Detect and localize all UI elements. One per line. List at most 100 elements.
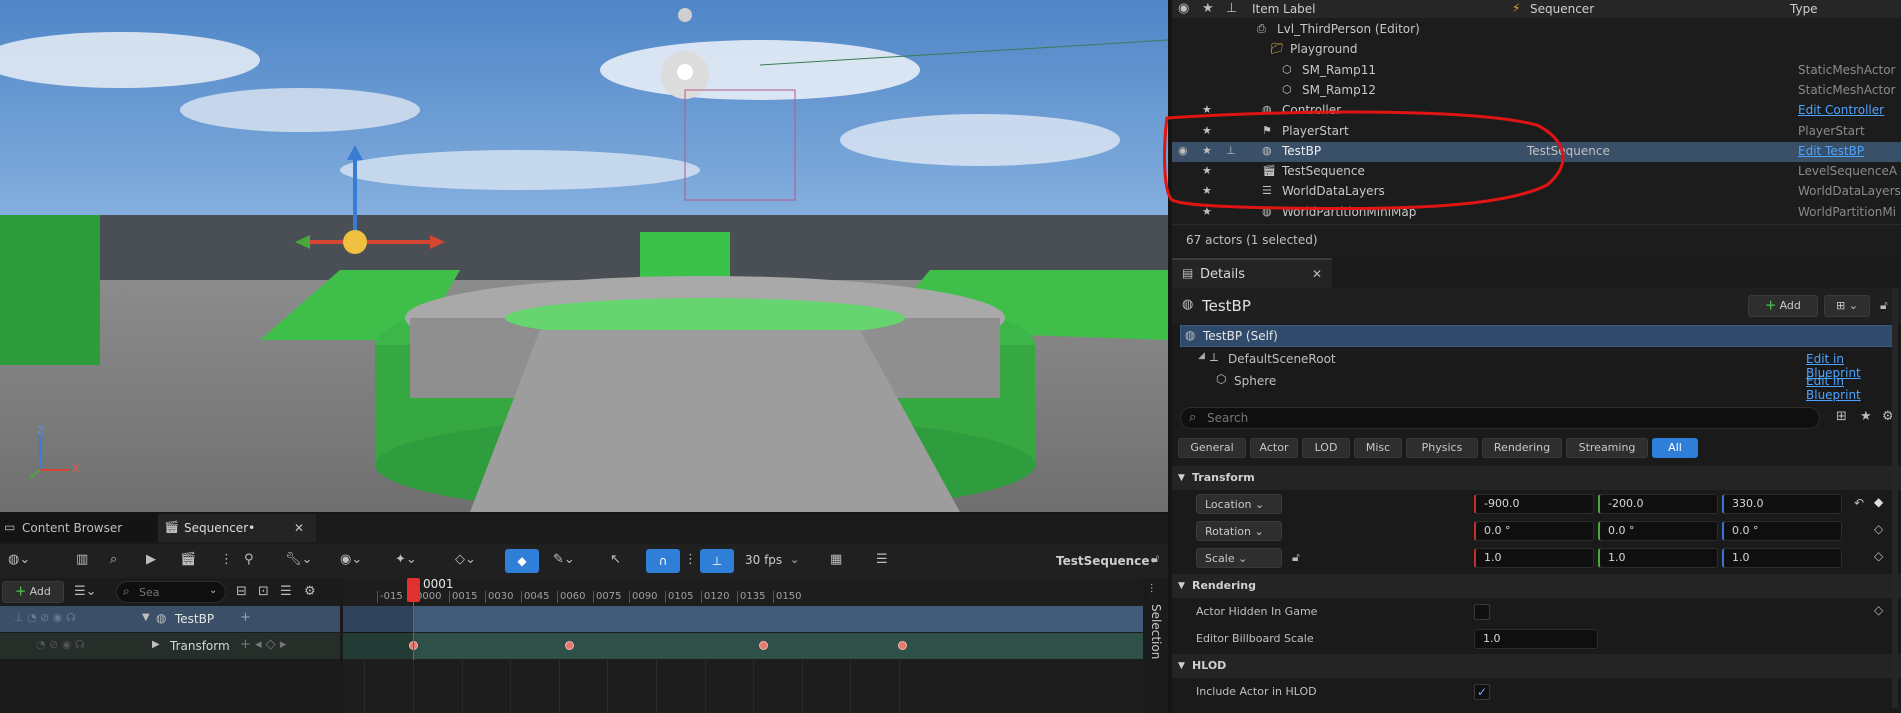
keyframe-diamond-icon[interactable]: ◆: [1874, 495, 1883, 509]
clapper-board-icon[interactable]: 🎬︎: [180, 552, 197, 567]
key-diamond-icon[interactable]: ◇⌄: [455, 552, 476, 567]
save-icon[interactable]: ▥: [76, 552, 88, 567]
collapse-arrow-icon[interactable]: ◢: [1198, 351, 1205, 361]
add-track-button[interactable]: ＋ Add: [2, 581, 64, 603]
location-y-field[interactable]: -200.0: [1598, 494, 1718, 514]
edit-actor-link[interactable]: Edit TestBP: [1798, 144, 1864, 158]
include-hlod-checkbox[interactable]: ✓: [1474, 684, 1490, 700]
section-rendering[interactable]: ▼ Rendering: [1172, 574, 1901, 598]
snap-magnet-toggle[interactable]: ∩: [646, 549, 680, 573]
scale-y-field[interactable]: 1.0: [1598, 548, 1718, 568]
keyframe-diamond-outline-icon[interactable]: ◇: [1874, 522, 1883, 536]
playhead-handle[interactable]: [407, 578, 420, 602]
track-row-transform[interactable]: ◔ ⊘ ◉ ☊ ▶ Transform + ◂ ◇ ▸: [0, 633, 340, 659]
transform-expand-arrow-icon[interactable]: ▶: [152, 639, 160, 650]
component-sphere[interactable]: ⬡ Sphere Edit in Blueprint: [1172, 370, 1901, 402]
reset-icon[interactable]: ↶: [1854, 496, 1864, 510]
time-ruler[interactable]: -015 0000 0015 0030 0045 0060 0075 0090 0105 0120…: [343, 591, 1143, 605]
list-view-icon[interactable]: ☰: [876, 552, 888, 567]
billboard-scale-field[interactable]: 1.0: [1474, 629, 1598, 649]
filter-general[interactable]: General: [1178, 438, 1246, 458]
filter-physics[interactable]: Physics: [1406, 438, 1478, 458]
keyframe[interactable]: [758, 641, 768, 650]
more-vertical-icon[interactable]: ⋮: [220, 552, 233, 567]
scale-lock-icon[interactable]: 🔓︎: [1292, 550, 1300, 565]
outliner-row[interactable]: ⎙ Lvl_ThirdPerson (Editor): [1172, 20, 1901, 40]
auto-key-toggle[interactable]: ◆: [505, 549, 539, 573]
tab-content-browser[interactable]: ▭ Content Browser: [0, 514, 160, 542]
render-movie-icon[interactable]: ▶: [146, 552, 156, 567]
world-icon[interactable]: ◍⌄: [8, 552, 30, 567]
track-search-box[interactable]: ⌕ ⌄: [116, 581, 226, 603]
selection-side-tab[interactable]: ⫶ Selection: [1146, 578, 1168, 713]
component-default-scene-root[interactable]: ◢ ⟂ DefaultSceneRoot Edit in Blueprint: [1172, 348, 1901, 380]
keyframe[interactable]: [898, 641, 908, 650]
add-component-button[interactable]: ＋ Add: [1748, 295, 1818, 317]
filter-streaming[interactable]: Streaming: [1566, 438, 1648, 458]
filter-rendering[interactable]: Rendering: [1482, 438, 1562, 458]
track-settings-icon[interactable]: ⚙: [304, 584, 316, 599]
track-row-testbp[interactable]: ⊥ ◔ ⊘ ◉ ☊ ▼ ◍ TestBP +: [0, 606, 340, 632]
track-search-input[interactable]: [139, 584, 199, 600]
tab-details[interactable]: ▤ Details ✕: [1172, 258, 1332, 288]
wrench-icon[interactable]: 🔧︎⌄: [285, 552, 312, 567]
collapse-all-icon[interactable]: ⊟: [236, 584, 247, 599]
keyframe-diamond-outline-icon-3[interactable]: ◇: [1874, 603, 1883, 617]
outliner-row[interactable]: 📁︎ Playground: [1172, 40, 1901, 60]
details-search-input[interactable]: [1207, 410, 1807, 426]
outliner-row[interactable]: ⬡ SM_Ramp11 StaticMeshActor: [1172, 61, 1901, 81]
edit-in-blueprint-link-2[interactable]: Edit in Blueprint: [1806, 374, 1901, 402]
edit-actor-link[interactable]: Edit Controller: [1798, 103, 1884, 117]
column-item-label[interactable]: Item Label: [1252, 2, 1316, 16]
rotation-z-field[interactable]: 0.0 °: [1722, 521, 1842, 541]
track-expand-arrow-icon[interactable]: ▼: [142, 612, 150, 623]
scale-z-field[interactable]: 1.0: [1722, 548, 1842, 568]
tab-sequencer[interactable]: 🎬︎ Sequencer• ✕: [158, 514, 316, 542]
eye-icon[interactable]: ◉: [1178, 1, 1189, 16]
blueprint-options-button[interactable]: ⊞ ⌄: [1824, 295, 1870, 317]
filter-actor[interactable]: Actor: [1250, 438, 1298, 458]
keyframe-diamond-outline-icon-2[interactable]: ◇: [1874, 549, 1883, 563]
filter-icon[interactable]: ☰⌄: [74, 584, 97, 599]
scale-x-field[interactable]: 1.0: [1474, 548, 1594, 568]
scale-dropdown[interactable]: Scale ⌄: [1196, 548, 1282, 568]
track-mute-icons[interactable]: ⊥ ◔ ⊘ ◉ ☊: [14, 611, 76, 624]
track-list-icon[interactable]: ☰: [280, 584, 292, 599]
section-hlod[interactable]: ▼ HLOD: [1172, 654, 1901, 678]
favorite-star-icon[interactable]: ★: [1860, 409, 1872, 424]
filter-misc[interactable]: Misc: [1354, 438, 1402, 458]
visibility-eye-icon[interactable]: ◉⌄: [340, 552, 362, 567]
sequence-lock-icon[interactable]: 🔓︎: [1152, 552, 1159, 566]
location-x-field[interactable]: -900.0: [1474, 494, 1594, 514]
rotation-dropdown[interactable]: Rotation ⌄: [1196, 521, 1282, 541]
filter-lod[interactable]: LOD: [1302, 438, 1350, 458]
find-asset-icon[interactable]: ⌕: [110, 552, 117, 567]
fps-chevron-icon[interactable]: ⌄: [790, 553, 799, 566]
keyframe[interactable]: [564, 641, 574, 650]
close-sequencer-icon[interactable]: ✕: [294, 521, 304, 535]
location-z-field[interactable]: 330.0: [1722, 494, 1842, 514]
snap-options-icon[interactable]: ⋮: [684, 552, 697, 567]
pin-icon[interactable]: ⊥: [1226, 1, 1237, 16]
playback-options-icon[interactable]: ✦⌄: [395, 552, 417, 567]
transform-track-icons[interactable]: ◔ ⊘ ◉ ☊: [36, 638, 85, 651]
sequencer-timeline[interactable]: -015 0000 0015 0030 0045 0060 0075 0090 0105 0120…: [343, 577, 1143, 713]
location-dropdown[interactable]: Location ⌄: [1196, 494, 1282, 514]
close-icon[interactable]: ✕: [1312, 267, 1322, 281]
details-search-box[interactable]: ⌕: [1180, 407, 1820, 429]
add-transform-key-icon[interactable]: + ◂ ◇ ▸: [240, 637, 286, 652]
level-viewport[interactable]: Z X: [0, 0, 1168, 512]
component-self[interactable]: ◍ TestBP (Self): [1180, 325, 1897, 347]
rotation-x-field[interactable]: 0.0 °: [1474, 521, 1594, 541]
expand-all-icon[interactable]: ⊡: [258, 584, 269, 599]
frame-rate-dropdown[interactable]: 30 fps: [745, 553, 782, 567]
snap-playhead-toggle[interactable]: ⊥: [700, 549, 734, 573]
table-view-icon[interactable]: ⊞: [1836, 409, 1847, 424]
rotation-y-field[interactable]: 0.0 °: [1598, 521, 1718, 541]
curve-editor-icon[interactable]: ▦: [830, 552, 842, 567]
pencil-icon[interactable]: ✎⌄: [553, 552, 575, 567]
filter-all[interactable]: All: [1652, 438, 1698, 458]
search-chevron-icon[interactable]: ⌄: [209, 585, 217, 596]
lock-icon[interactable]: 🔓︎: [1880, 298, 1888, 313]
outliner-row[interactable]: ⬡ SM_Ramp12 StaticMeshActor: [1172, 81, 1901, 101]
